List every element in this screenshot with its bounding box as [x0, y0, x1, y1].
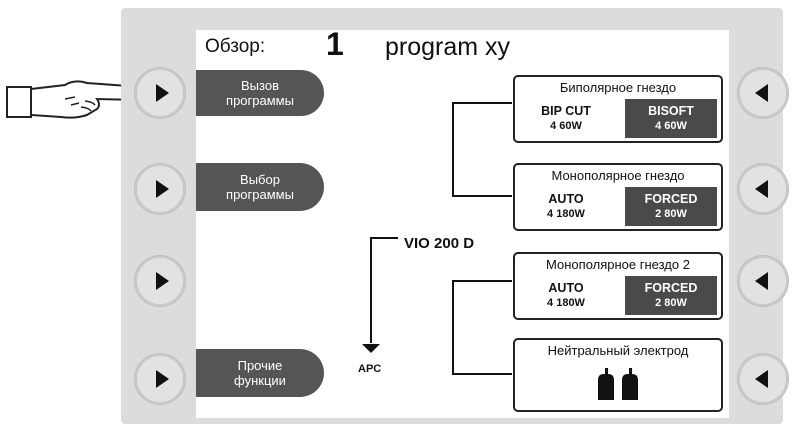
right-mode-box: BISOFT 4 60W — [625, 99, 717, 138]
left-side-button-4[interactable] — [135, 354, 185, 404]
right-mode-box: FORCED 2 80W — [625, 187, 717, 226]
connector-line — [452, 373, 512, 375]
softkey-call-program[interactable]: Вызов программы — [196, 70, 324, 116]
left-mode-box: AUTO 4 180W — [519, 276, 613, 315]
socket-panel-monopolar-2[interactable]: Монополярное гнездо 2 AUTO 4 180W FORCED… — [513, 252, 723, 320]
left-arrow-icon — [754, 272, 768, 290]
device-name: VIO 200 D — [404, 235, 475, 252]
softkey-select-program[interactable]: Выбор программы — [196, 163, 324, 211]
softkey-label-line2: программы — [226, 93, 294, 108]
left-mode: AUTO — [548, 281, 584, 295]
softkey-label-line1: Прочие — [237, 358, 283, 373]
right-side-button-2[interactable] — [738, 164, 788, 214]
right-mode: BISOFT — [648, 104, 694, 118]
socket-panel-bipolar[interactable]: Биполярное гнездо BIP CUT 4 60W BISOFT 4… — [513, 75, 723, 143]
right-arrow-icon — [155, 272, 169, 290]
program-number: 1 — [326, 26, 344, 62]
socket-panel-neutral-electrode[interactable]: Нейтральный электрод — [513, 338, 723, 412]
left-mode: AUTO — [548, 192, 584, 206]
socket-title: Нейтральный электрод — [547, 343, 689, 358]
softkey-label-line2: функции — [234, 373, 286, 388]
left-value: 4 60W — [550, 120, 582, 132]
neutral-electrode-icon — [598, 368, 638, 400]
left-side-button-3[interactable] — [135, 256, 185, 306]
apc-label: APC — [358, 363, 382, 375]
right-value: 2 80W — [655, 208, 687, 220]
left-arrow-icon — [754, 84, 768, 102]
left-mode: BIP CUT — [541, 104, 591, 118]
connector-line — [452, 280, 454, 375]
softkey-label-line1: Вызов — [241, 78, 279, 93]
right-value: 2 80W — [655, 297, 687, 309]
right-arrow-icon — [155, 180, 169, 198]
right-value: 4 60W — [655, 120, 687, 132]
connector-line — [452, 280, 512, 282]
socket-panel-monopolar[interactable]: Монополярное гнездо AUTO 4 180W FORCED 2… — [513, 163, 723, 231]
softkey-label-line2: программы — [226, 187, 294, 202]
connector-line — [370, 237, 372, 343]
right-side-button-3[interactable] — [738, 256, 788, 306]
connector-line — [370, 237, 398, 239]
softkey-label-line1: Выбор — [240, 172, 280, 187]
left-side-button-2[interactable] — [135, 164, 185, 214]
connector-line — [452, 102, 512, 104]
right-mode: FORCED — [644, 281, 698, 295]
left-value: 4 180W — [547, 297, 585, 309]
right-mode-box: FORCED 2 80W — [625, 276, 717, 315]
left-mode-box: BIP CUT 4 60W — [519, 99, 613, 138]
socket-title: Монополярное гнездо 2 — [546, 257, 690, 272]
right-side-button-4[interactable] — [738, 354, 788, 404]
softkey-other-functions[interactable]: Прочие функции — [196, 349, 324, 397]
connector-line — [452, 195, 512, 197]
right-mode: FORCED — [644, 192, 698, 206]
right-arrow-icon — [155, 370, 169, 388]
left-mode-box: AUTO 4 180W — [519, 187, 613, 226]
right-arrow-icon — [155, 84, 169, 102]
connector-line — [452, 102, 454, 197]
right-side-button-1[interactable] — [738, 68, 788, 118]
left-arrow-icon — [754, 370, 768, 388]
left-side-button-1[interactable] — [135, 68, 185, 118]
program-name: program xy — [385, 33, 511, 61]
left-value: 4 180W — [547, 208, 585, 220]
down-arrow-icon — [362, 344, 380, 353]
left-arrow-icon — [754, 180, 768, 198]
socket-title: Монополярное гнездо — [551, 168, 685, 183]
overview-label: Обзор: — [205, 36, 266, 57]
socket-title: Биполярное гнездо — [559, 80, 677, 95]
